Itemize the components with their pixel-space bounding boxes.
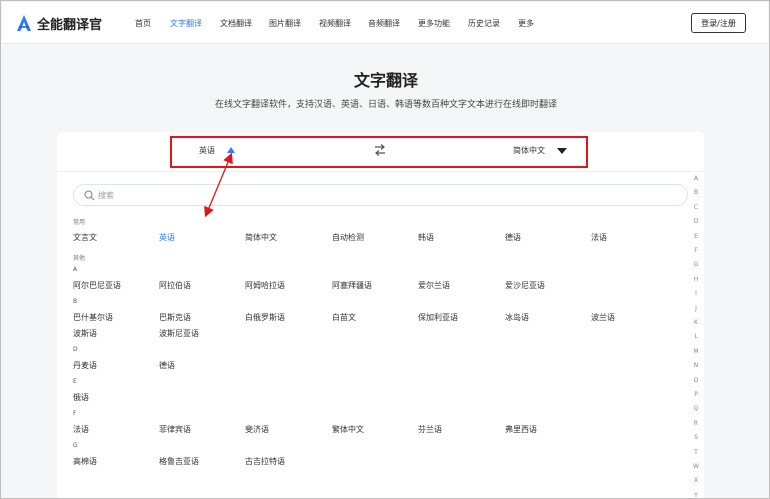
nav-item[interactable]: 视频翻译: [319, 18, 351, 29]
language-option[interactable]: 阿尔巴尼亚语: [73, 280, 121, 291]
language-option[interactable]: 巴斯克语: [159, 312, 191, 323]
language-option[interactable]: 阿姆哈拉语: [245, 280, 285, 291]
language-option[interactable]: 爱沙尼亚语: [505, 280, 545, 291]
nav-item[interactable]: 文字翻译: [170, 18, 202, 29]
swap-languages-icon[interactable]: [373, 143, 387, 157]
alphabet-index-letter[interactable]: I: [691, 290, 701, 297]
translation-card: 英语 简体中文 常用文言文英语简体中文自动检测韩语德语法语其他A阿尔巴尼亚语阿拉…: [57, 132, 704, 498]
language-option[interactable]: 韩语: [418, 232, 434, 243]
language-option[interactable]: 波斯尼亚语: [159, 328, 199, 339]
language-option[interactable]: 文言文: [73, 232, 97, 243]
language-option[interactable]: 德语: [505, 232, 521, 243]
alphabet-index-letter[interactable]: A: [691, 175, 701, 182]
top-navigation-bar: 全能翻译官 首页 文字翻译 文档翻译 图片翻译 视频翻译 音频翻译 更多功能 历史记录 更多 登…: [2, 2, 768, 44]
alphabet-index-letter[interactable]: F: [691, 247, 701, 254]
alphabet-index-letter[interactable]: X: [691, 477, 701, 484]
language-option[interactable]: 俄语: [73, 392, 89, 403]
language-option[interactable]: 阿塞拜疆语: [332, 280, 372, 291]
alphabet-index-letter[interactable]: L: [691, 333, 701, 340]
alphabet-index-letter[interactable]: E: [691, 233, 701, 240]
language-option[interactable]: 斐济语: [245, 424, 269, 435]
nav-item[interactable]: 文档翻译: [220, 18, 252, 29]
search-icon: [84, 190, 95, 201]
language-option[interactable]: 冰岛语: [505, 312, 529, 323]
language-option[interactable]: 白俄罗斯语: [245, 312, 285, 323]
alphabet-index-letter[interactable]: D: [691, 218, 701, 225]
language-selector-bar: 英语 简体中文: [57, 132, 704, 172]
language-option[interactable]: 爱尔兰语: [418, 280, 450, 291]
alphabet-index-letter[interactable]: T: [691, 449, 701, 456]
alphabet-index-letter[interactable]: K: [691, 319, 701, 326]
nav-item[interactable]: 历史记录: [468, 18, 500, 29]
alphabet-index-letter[interactable]: J: [691, 305, 701, 312]
page-subtitle: 在线文字翻译软件，支持汉语、英语、日语、韩语等数百种文字文本进行在线即时翻译: [214, 100, 557, 110]
group-letter: B: [73, 298, 78, 305]
alphabet-index-letter[interactable]: R: [691, 420, 701, 427]
search-input[interactable]: [98, 188, 658, 202]
page-title: 文字翻译: [353, 71, 418, 90]
alphabet-index-letter[interactable]: W: [691, 463, 701, 470]
language-option[interactable]: 简体中文: [245, 232, 277, 243]
nav-item[interactable]: 更多功能: [418, 18, 450, 29]
nav-item[interactable]: 更多: [518, 18, 534, 29]
app-logo-icon: [17, 15, 31, 31]
language-option[interactable]: 英语: [159, 232, 175, 243]
alphabet-index-letter[interactable]: O: [691, 377, 701, 384]
language-option[interactable]: 德语: [159, 360, 175, 371]
app-name[interactable]: 全能翻译官: [37, 14, 102, 33]
alphabet-index-letter[interactable]: P: [691, 391, 701, 398]
section-label-others: 其他: [73, 255, 86, 262]
nav-item[interactable]: 首页: [135, 18, 151, 29]
language-option[interactable]: 法语: [73, 424, 89, 435]
language-option[interactable]: 自动检测: [332, 232, 364, 243]
language-option[interactable]: 格鲁吉亚语: [159, 456, 199, 467]
caret-down-icon[interactable]: [557, 148, 567, 154]
language-option[interactable]: 高棉语: [73, 456, 97, 467]
alphabet-index-letter[interactable]: B: [691, 189, 701, 196]
language-option[interactable]: 保加利亚语: [418, 312, 458, 323]
nav-item[interactable]: 音频翻译: [368, 18, 400, 29]
alphabet-index-letter[interactable]: N: [691, 362, 701, 369]
alphabet-index-letter[interactable]: G: [691, 261, 701, 268]
group-letter: G: [73, 442, 78, 449]
language-option[interactable]: 波斯语: [73, 328, 97, 339]
group-letter: F: [73, 410, 77, 417]
language-option[interactable]: 芬兰语: [418, 424, 442, 435]
alphabet-index-letter[interactable]: C: [691, 204, 701, 211]
language-search-box[interactable]: [73, 184, 688, 206]
alphabet-index-letter[interactable]: S: [691, 434, 701, 441]
language-option[interactable]: 古吉拉特语: [245, 456, 285, 467]
language-option[interactable]: 巴什基尔语: [73, 312, 113, 323]
language-option[interactable]: 丹麦语: [73, 360, 97, 371]
alphabet-index-letter[interactable]: Y: [691, 492, 701, 498]
language-option[interactable]: 波兰语: [591, 312, 615, 323]
section-label-common: 常用: [73, 219, 86, 226]
login-register-button[interactable]: 登录/注册: [691, 13, 746, 33]
caret-up-icon[interactable]: [227, 147, 235, 153]
alphabet-index-letter[interactable]: M: [691, 348, 701, 355]
alphabet-index-letter[interactable]: Q: [691, 405, 701, 412]
group-letter: D: [73, 346, 78, 353]
language-option[interactable]: 阿拉伯语: [159, 280, 191, 291]
language-option[interactable]: 白苗文: [332, 312, 356, 323]
nav-item[interactable]: 图片翻译: [269, 18, 301, 29]
language-option[interactable]: 法语: [591, 232, 607, 243]
language-option[interactable]: 菲律宾语: [159, 424, 191, 435]
target-language-selector[interactable]: 简体中文: [513, 145, 545, 156]
group-letter: E: [73, 378, 77, 385]
group-letter: A: [73, 266, 78, 273]
language-option[interactable]: 繁体中文: [332, 424, 364, 435]
alphabet-index-letter[interactable]: H: [691, 276, 701, 283]
source-language-selector[interactable]: 英语: [199, 145, 215, 156]
screenshot-frame: 全能翻译官 首页 文字翻译 文档翻译 图片翻译 视频翻译 音频翻译 更多功能 历史记录 更多 登…: [0, 0, 770, 499]
language-option[interactable]: 弗里西语: [505, 424, 537, 435]
